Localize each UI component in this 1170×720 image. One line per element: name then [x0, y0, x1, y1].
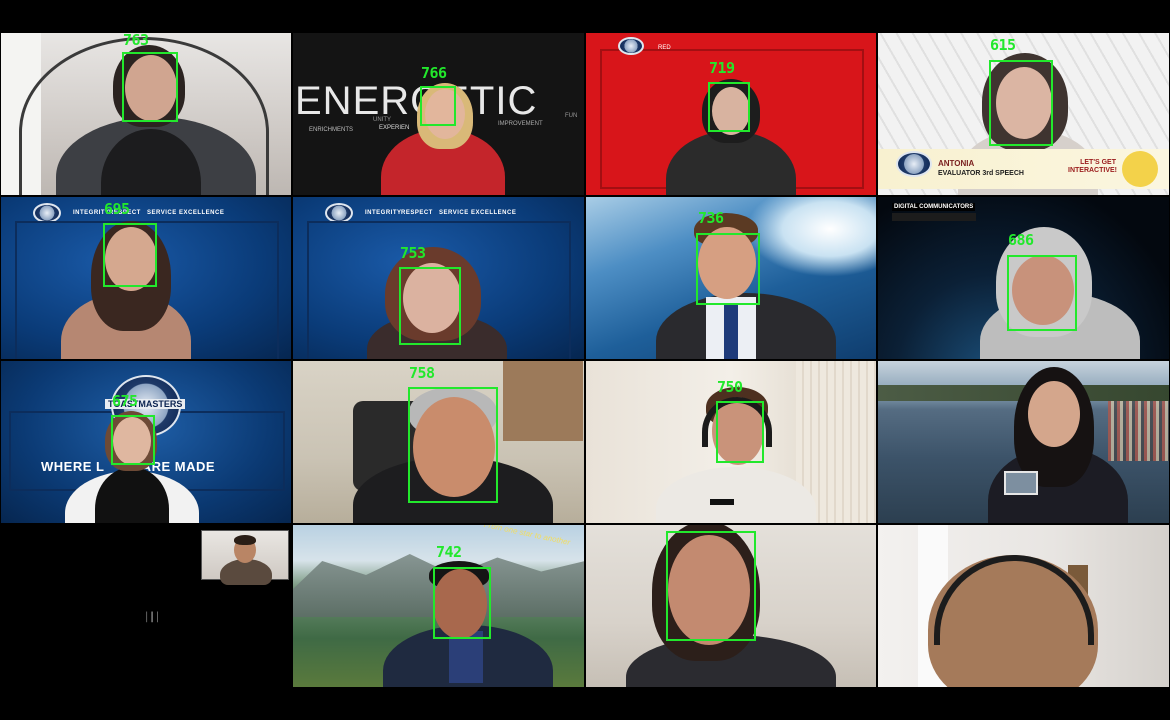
wave-crest: [746, 197, 876, 277]
thumbs-up-icon: [1122, 151, 1158, 187]
toastmasters-logo: [896, 151, 932, 177]
face-detection-box: [103, 223, 157, 287]
participant-tile-13[interactable]: │┃│: [0, 524, 292, 688]
caption-name: ANTONIA: [938, 159, 975, 168]
person-tie: [724, 305, 738, 359]
audio-level-icon: │┃│: [144, 613, 161, 623]
toastmasters-logo: [618, 37, 644, 55]
values-item: EXCELLENCE: [179, 210, 225, 216]
face-score: 719: [709, 59, 735, 77]
face-detection-box: [1007, 255, 1077, 331]
face-detection-box: [666, 531, 756, 641]
face-detection-box: [696, 233, 760, 305]
social-links-bar: [892, 213, 976, 221]
face-detection-box: [420, 86, 456, 126]
face-score: 736: [698, 209, 724, 227]
values-item: SERVICE: [439, 210, 469, 216]
values-item: EXCELLENCE: [471, 210, 517, 216]
participant-tile-3[interactable]: RED 719: [585, 32, 877, 196]
sky-text: From one star to another: [483, 524, 572, 548]
participant-tile-2[interactable]: ENERGETIC ENRICHMENTS EXPERIEN UNITY IMP…: [292, 32, 585, 196]
participant-tile-7[interactable]: 736: [585, 196, 877, 360]
participant-tile-9[interactable]: TOASTMASTERS WHERE L S ARE MADE 675: [0, 360, 292, 524]
face-score: 766: [421, 64, 447, 82]
shirt-logo: [710, 499, 734, 505]
toastmasters-logo: [325, 203, 353, 223]
person-face: [1028, 381, 1080, 447]
face-score: 675: [112, 392, 138, 410]
face-score: 740: [667, 524, 693, 525]
face-score: 750: [717, 378, 743, 396]
backdrop-word-small: FUN: [565, 113, 578, 119]
face-detection-box: [111, 415, 155, 465]
backdrop-word-small: UNITY: [373, 117, 391, 123]
banner-text: RED: [658, 45, 671, 51]
participant-tile-8[interactable]: DIGITAL COMMUNICATORS 686: [877, 196, 1170, 360]
participant-tile-5[interactable]: INTEGRITY RESPECT SERVICE EXCELLENCE 695: [0, 196, 292, 360]
club-name: DIGITAL COMMUNICATORS: [892, 203, 976, 211]
person-hair: [234, 535, 256, 545]
caption-role: EVALUATOR 3rd SPEECH: [938, 170, 1024, 177]
self-view-pip[interactable]: [201, 530, 289, 585]
participant-tile-14[interactable]: From one star to another 742: [292, 524, 585, 688]
values-item: INTEGRITY: [365, 210, 402, 216]
participant-tile-11[interactable]: 750: [585, 360, 877, 524]
participant-tile-10[interactable]: 758: [292, 360, 585, 524]
face-detection-box: [989, 60, 1053, 146]
backdrop-word-small: IMPROVEMENT: [498, 121, 543, 127]
values-item: RESPECT: [401, 210, 433, 216]
participant-tile-12[interactable]: [877, 360, 1170, 524]
held-card: [1004, 471, 1038, 495]
face-score: 686: [1008, 231, 1034, 249]
crowd: [1108, 401, 1169, 461]
face-detection-box: [408, 387, 498, 503]
video-grid: 763 ENERGETIC ENRICHMENTS EXPERIEN UNITY…: [0, 32, 1170, 688]
backdrop-word-small: ENRICHMENTS: [309, 127, 354, 133]
face-detection-box: [433, 567, 491, 639]
backdrop-word-small: EXPERIEN: [379, 125, 410, 131]
face-detection-box: [716, 401, 764, 463]
face-score: 695: [104, 200, 130, 218]
caption-cta: LET'S GET INTERACTIVE!: [1068, 159, 1117, 175]
toastmasters-logo: [33, 203, 61, 223]
participant-tile-16[interactable]: [877, 524, 1170, 688]
participant-tile-15[interactable]: 740: [585, 524, 877, 688]
face-score: 763: [123, 32, 149, 49]
values-item: SERVICE: [147, 210, 177, 216]
participant-tile-4[interactable]: ANTONIA EVALUATOR 3rd SPEECH LET'S GET I…: [877, 32, 1170, 196]
face-score: 758: [409, 364, 435, 382]
face-detection-box: [399, 267, 461, 345]
face-score: 615: [990, 36, 1016, 54]
face-detection-box: [708, 82, 750, 132]
cabinet: [503, 361, 583, 441]
person-body: [656, 467, 816, 523]
face-detection-box: [122, 52, 178, 122]
participant-tile-6[interactable]: INTEGRITY RESPECT SERVICE EXCELLENCE 753: [292, 196, 585, 360]
face-score: 742: [436, 543, 462, 561]
participant-tile-1[interactable]: 763: [0, 32, 292, 196]
face-score: 753: [400, 244, 426, 262]
